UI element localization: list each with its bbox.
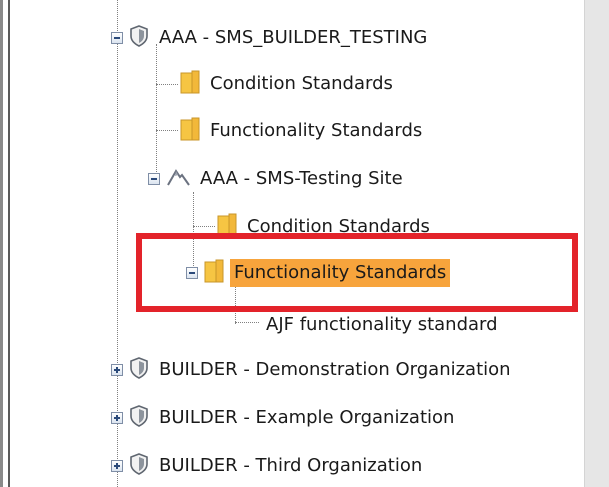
tree-connector xyxy=(235,322,259,323)
organization-shield-icon xyxy=(129,357,149,383)
tree-item-builder-demonstration-organization[interactable]: BUILDER - Demonstration Organization xyxy=(111,353,515,387)
adjacent-pane-edge xyxy=(584,0,609,487)
tree-item-label: AJF functionality standard xyxy=(266,314,498,335)
tree-item-label: Functionality Standards xyxy=(210,120,423,141)
site-icon xyxy=(166,167,190,191)
tree-item-label: BUILDER - Demonstration Organization xyxy=(159,359,511,380)
expand-toggle[interactable] xyxy=(111,460,123,472)
organization-shield-icon xyxy=(129,453,149,479)
folder-icon xyxy=(180,70,200,98)
tree-item-functionality-standards[interactable]: Functionality Standards xyxy=(180,114,426,148)
organization-shield-icon xyxy=(129,25,149,51)
annotation-highlight-box xyxy=(136,233,578,312)
tree-connector xyxy=(156,44,157,178)
expand-toggle[interactable] xyxy=(111,364,123,376)
tree-item-condition-standards[interactable]: Condition Standards xyxy=(180,67,397,101)
tree-item-aaa-sms-builder-testing[interactable]: AAA - SMS_BUILDER_TESTING xyxy=(111,21,431,55)
tree-item-label: AAA - SMS_BUILDER_TESTING xyxy=(159,27,428,48)
tree-item-ajf-functionality-standard[interactable]: AJF functionality standard xyxy=(262,314,502,342)
tree-item-label: AAA - SMS-Testing Site xyxy=(200,168,403,189)
folder-icon xyxy=(180,117,200,145)
tree-connector xyxy=(156,84,178,85)
expand-toggle[interactable] xyxy=(111,412,123,424)
tree-item-builder-example-organization[interactable]: BUILDER - Example Organization xyxy=(111,401,458,435)
organization-shield-icon xyxy=(129,405,149,431)
tree-item-aaa-sms-testing-site[interactable]: AAA - SMS-Testing Site xyxy=(148,162,407,196)
tree-view: AAA - SMS_BUILDER_TESTING Condition Stan… xyxy=(0,0,585,487)
collapse-toggle[interactable] xyxy=(111,32,123,44)
collapse-toggle[interactable] xyxy=(148,173,160,185)
tree-item-label: BUILDER - Example Organization xyxy=(159,407,455,428)
tree-item-label: Condition Standards xyxy=(210,73,393,94)
tree-connector xyxy=(193,226,215,227)
tree-connector xyxy=(156,130,178,131)
tree-item-builder-third-organization[interactable]: BUILDER - Third Organization xyxy=(111,449,426,483)
tree-item-label: BUILDER - Third Organization xyxy=(159,455,423,476)
